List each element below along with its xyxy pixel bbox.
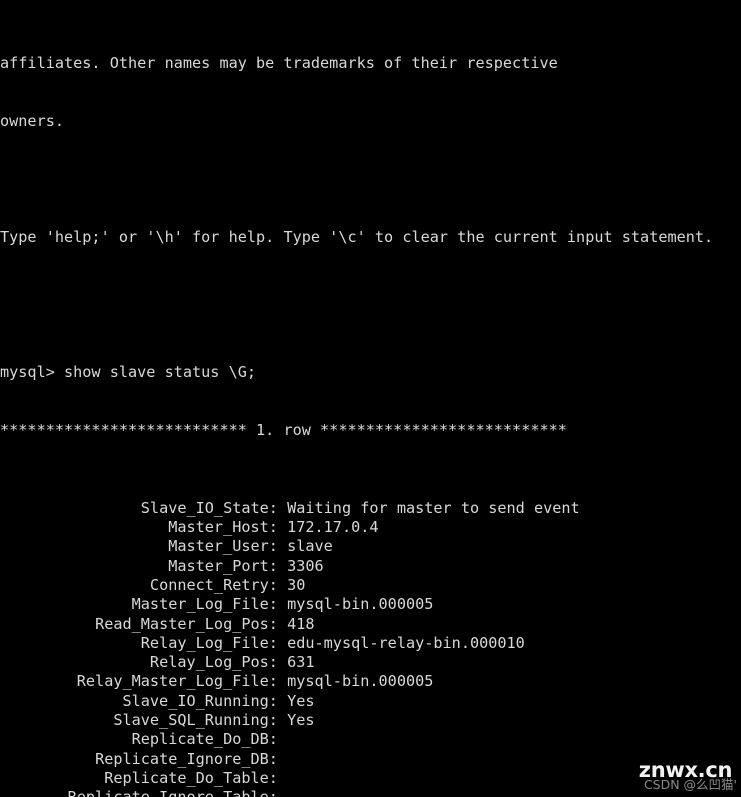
status-row-value: edu-mysql-relay-bin.000010 xyxy=(287,633,525,652)
status-row-label: Slave_SQL_Running xyxy=(113,711,269,730)
result-row-separator: *************************** 1. row *****… xyxy=(0,421,567,440)
status-row-value: mysql-bin.000005 xyxy=(287,595,434,614)
status-row-separator: : xyxy=(268,749,288,768)
status-row: Connect_Retry: 30 xyxy=(0,576,741,595)
status-row: Master_User: slave xyxy=(0,537,741,556)
status-row-separator: : xyxy=(268,730,288,749)
status-row-value: 172.17.0.4 xyxy=(287,517,379,536)
status-row: Read_Master_Log_Pos: 418 xyxy=(0,615,741,634)
status-row-label: Replicate_Do_DB xyxy=(131,730,269,749)
status-row-separator: : xyxy=(268,711,288,730)
status-row: Slave_IO_Running: Yes xyxy=(0,692,741,711)
status-row-separator: : xyxy=(268,517,288,536)
status-row-label: Relay_Master_Log_File xyxy=(76,672,269,691)
terminal-window[interactable]: affiliates. Other names may be trademark… xyxy=(0,0,741,797)
status-row: Relay_Log_Pos: 631 xyxy=(0,653,741,672)
slave-status-rows: Slave_IO_State: Waiting for master to se… xyxy=(0,499,741,797)
status-row-label: Master_Port xyxy=(168,556,269,575)
status-row-separator: : xyxy=(268,498,288,517)
status-row: Relay_Log_File: edu-mysql-relay-bin.0000… xyxy=(0,634,741,653)
status-row-label: Relay_Log_Pos xyxy=(149,653,269,672)
status-row-label: Replicate_Do_Table xyxy=(104,769,269,788)
status-row-separator: : xyxy=(268,537,288,556)
status-row-value: Waiting for master to send event xyxy=(287,498,580,517)
status-row-value: Yes xyxy=(287,691,315,710)
status-row: Replicate_Ignore_Table: xyxy=(0,788,741,797)
status-row-label: Read_Master_Log_Pos xyxy=(95,614,269,633)
status-row-value: 418 xyxy=(287,614,315,633)
status-row-separator: : xyxy=(268,769,288,788)
status-row-label: Relay_Log_File xyxy=(140,633,269,652)
status-row-separator: : xyxy=(268,633,288,652)
status-row-separator: : xyxy=(268,614,288,633)
terminal-screen: affiliates. Other names may be trademark… xyxy=(0,0,741,797)
terminal-line-help-hint: Type 'help;' or '\h' for help. Type '\c'… xyxy=(0,227,714,246)
status-row: Replicate_Do_Table: xyxy=(0,769,741,788)
status-row: Slave_IO_State: Waiting for master to se… xyxy=(0,499,741,518)
status-row-separator: : xyxy=(268,556,288,575)
status-row-value: 3306 xyxy=(287,556,324,575)
status-row-label: Connect_Retry xyxy=(149,575,269,594)
terminal-line-preamble-4 xyxy=(0,286,741,305)
status-row-separator: : xyxy=(268,691,288,710)
status-row: Master_Port: 3306 xyxy=(0,557,741,576)
status-row: Relay_Master_Log_File: mysql-bin.000005 xyxy=(0,672,741,691)
status-row-label: Master_Log_File xyxy=(131,595,269,614)
status-row-label: Slave_IO_State xyxy=(140,498,269,517)
status-row-label: Replicate_Ignore_Table xyxy=(0,788,269,797)
status-row-separator: : xyxy=(268,672,288,691)
terminal-line-preamble-1: owners. xyxy=(0,111,65,130)
status-row-value: mysql-bin.000005 xyxy=(287,672,434,691)
status-row-separator: : xyxy=(268,595,288,614)
status-row-value: 30 xyxy=(287,575,306,594)
terminal-prompt-line[interactable]: mysql> show slave status \G; xyxy=(0,363,741,382)
terminal-line-preamble-2 xyxy=(0,170,741,189)
status-row-value: slave xyxy=(287,537,333,556)
status-row: Replicate_Do_DB: xyxy=(0,730,741,749)
status-row-value: Yes xyxy=(287,711,315,730)
status-row: Replicate_Ignore_DB: xyxy=(0,750,741,769)
status-row-label: Master_User xyxy=(168,537,269,556)
status-row-separator: : xyxy=(268,575,288,594)
status-row-separator: : xyxy=(269,788,287,797)
terminal-line-preamble-0: affiliates. Other names may be trademark… xyxy=(0,53,558,72)
status-row: Slave_SQL_Running: Yes xyxy=(0,711,741,730)
status-row-label: Slave_IO_Running xyxy=(122,691,269,710)
status-row: Master_Host: 172.17.0.4 xyxy=(0,518,741,537)
status-row: Master_Log_File: mysql-bin.000005 xyxy=(0,595,741,614)
status-row-value: 631 xyxy=(287,653,315,672)
status-row-label: Master_Host xyxy=(168,517,269,536)
status-row-label: Replicate_Ignore_DB xyxy=(95,749,269,768)
status-row-separator: : xyxy=(268,653,288,672)
